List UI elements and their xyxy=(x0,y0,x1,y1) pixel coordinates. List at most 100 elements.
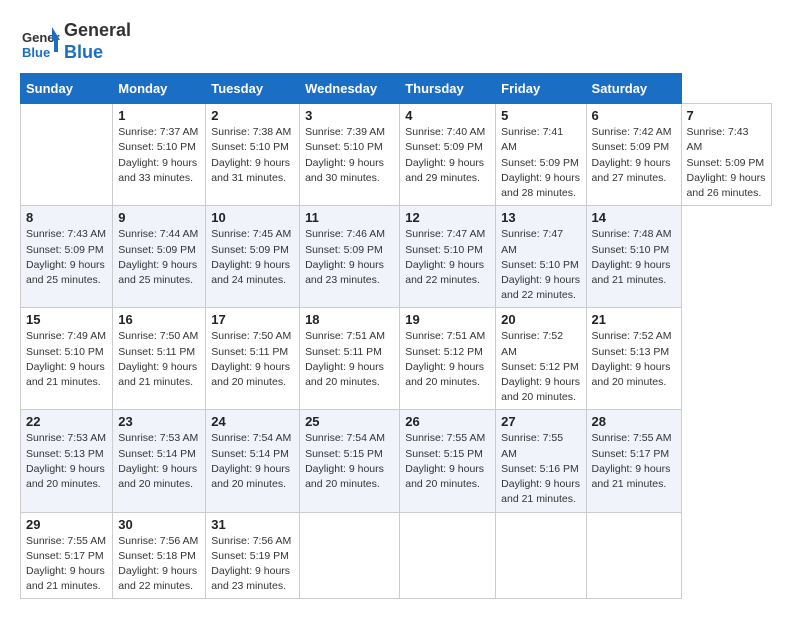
day-detail: Sunrise: 7:41 AMSunset: 5:09 PMDaylight:… xyxy=(501,125,580,201)
day-number: 17 xyxy=(211,312,294,327)
day-detail: Sunrise: 7:43 AMSunset: 5:09 PMDaylight:… xyxy=(687,125,766,201)
calendar-week-row: 8 Sunrise: 7:43 AMSunset: 5:09 PMDayligh… xyxy=(21,206,772,308)
calendar-cell: 4 Sunrise: 7:40 AMSunset: 5:09 PMDayligh… xyxy=(400,104,496,206)
day-number: 13 xyxy=(501,210,580,225)
day-detail: Sunrise: 7:53 AMSunset: 5:14 PMDaylight:… xyxy=(118,431,200,492)
calendar-cell: 18 Sunrise: 7:51 AMSunset: 5:11 PMDaylig… xyxy=(300,308,400,410)
calendar-body: 1 Sunrise: 7:37 AMSunset: 5:10 PMDayligh… xyxy=(21,104,772,599)
day-number: 15 xyxy=(26,312,107,327)
day-number: 20 xyxy=(501,312,580,327)
calendar-cell: 24 Sunrise: 7:54 AMSunset: 5:14 PMDaylig… xyxy=(206,410,300,512)
col-header-saturday: Saturday xyxy=(586,74,681,104)
day-detail: Sunrise: 7:47 AMSunset: 5:10 PMDaylight:… xyxy=(405,227,490,288)
day-detail: Sunrise: 7:44 AMSunset: 5:09 PMDaylight:… xyxy=(118,227,200,288)
calendar-cell xyxy=(21,104,113,206)
calendar-cell: 1 Sunrise: 7:37 AMSunset: 5:10 PMDayligh… xyxy=(113,104,206,206)
calendar-cell: 5 Sunrise: 7:41 AMSunset: 5:09 PMDayligh… xyxy=(496,104,586,206)
day-detail: Sunrise: 7:56 AMSunset: 5:18 PMDaylight:… xyxy=(118,534,200,595)
calendar-cell: 3 Sunrise: 7:39 AMSunset: 5:10 PMDayligh… xyxy=(300,104,400,206)
day-number: 30 xyxy=(118,517,200,532)
day-detail: Sunrise: 7:49 AMSunset: 5:10 PMDaylight:… xyxy=(26,329,107,390)
day-number: 27 xyxy=(501,414,580,429)
calendar-cell: 21 Sunrise: 7:52 AMSunset: 5:13 PMDaylig… xyxy=(586,308,681,410)
calendar-week-row: 29 Sunrise: 7:55 AMSunset: 5:17 PMDaylig… xyxy=(21,512,772,599)
calendar-cell: 12 Sunrise: 7:47 AMSunset: 5:10 PMDaylig… xyxy=(400,206,496,308)
calendar-cell: 27 Sunrise: 7:55 AMSunset: 5:16 PMDaylig… xyxy=(496,410,586,512)
col-header-friday: Friday xyxy=(496,74,586,104)
day-number: 7 xyxy=(687,108,766,123)
day-detail: Sunrise: 7:51 AMSunset: 5:11 PMDaylight:… xyxy=(305,329,394,390)
calendar-header-row: SundayMondayTuesdayWednesdayThursdayFrid… xyxy=(21,74,772,104)
day-number: 14 xyxy=(592,210,676,225)
day-detail: Sunrise: 7:46 AMSunset: 5:09 PMDaylight:… xyxy=(305,227,394,288)
day-detail: Sunrise: 7:55 AMSunset: 5:17 PMDaylight:… xyxy=(592,431,676,492)
day-number: 23 xyxy=(118,414,200,429)
logo: General Blue General Blue xyxy=(20,20,131,63)
calendar-cell xyxy=(400,512,496,599)
day-number: 31 xyxy=(211,517,294,532)
day-number: 6 xyxy=(592,108,676,123)
calendar-cell: 23 Sunrise: 7:53 AMSunset: 5:14 PMDaylig… xyxy=(113,410,206,512)
day-detail: Sunrise: 7:52 AMSunset: 5:13 PMDaylight:… xyxy=(592,329,676,390)
day-detail: Sunrise: 7:43 AMSunset: 5:09 PMDaylight:… xyxy=(26,227,107,288)
calendar-cell: 13 Sunrise: 7:47 AMSunset: 5:10 PMDaylig… xyxy=(496,206,586,308)
calendar-cell: 19 Sunrise: 7:51 AMSunset: 5:12 PMDaylig… xyxy=(400,308,496,410)
day-detail: Sunrise: 7:39 AMSunset: 5:10 PMDaylight:… xyxy=(305,125,394,186)
day-number: 28 xyxy=(592,414,676,429)
day-detail: Sunrise: 7:54 AMSunset: 5:15 PMDaylight:… xyxy=(305,431,394,492)
calendar-cell xyxy=(496,512,586,599)
calendar-cell: 22 Sunrise: 7:53 AMSunset: 5:13 PMDaylig… xyxy=(21,410,113,512)
calendar-cell: 15 Sunrise: 7:49 AMSunset: 5:10 PMDaylig… xyxy=(21,308,113,410)
calendar-cell: 20 Sunrise: 7:52 AMSunset: 5:12 PMDaylig… xyxy=(496,308,586,410)
day-detail: Sunrise: 7:45 AMSunset: 5:09 PMDaylight:… xyxy=(211,227,294,288)
day-detail: Sunrise: 7:47 AMSunset: 5:10 PMDaylight:… xyxy=(501,227,580,303)
calendar-week-row: 22 Sunrise: 7:53 AMSunset: 5:13 PMDaylig… xyxy=(21,410,772,512)
calendar-cell: 6 Sunrise: 7:42 AMSunset: 5:09 PMDayligh… xyxy=(586,104,681,206)
day-detail: Sunrise: 7:55 AMSunset: 5:16 PMDaylight:… xyxy=(501,431,580,507)
day-detail: Sunrise: 7:42 AMSunset: 5:09 PMDaylight:… xyxy=(592,125,676,186)
day-number: 9 xyxy=(118,210,200,225)
day-number: 12 xyxy=(405,210,490,225)
calendar-cell: 11 Sunrise: 7:46 AMSunset: 5:09 PMDaylig… xyxy=(300,206,400,308)
col-header-monday: Monday xyxy=(113,74,206,104)
day-number: 29 xyxy=(26,517,107,532)
col-header-sunday: Sunday xyxy=(21,74,113,104)
day-detail: Sunrise: 7:48 AMSunset: 5:10 PMDaylight:… xyxy=(592,227,676,288)
day-number: 19 xyxy=(405,312,490,327)
day-detail: Sunrise: 7:56 AMSunset: 5:19 PMDaylight:… xyxy=(211,534,294,595)
calendar-cell: 28 Sunrise: 7:55 AMSunset: 5:17 PMDaylig… xyxy=(586,410,681,512)
col-header-tuesday: Tuesday xyxy=(206,74,300,104)
day-number: 8 xyxy=(26,210,107,225)
calendar-week-row: 1 Sunrise: 7:37 AMSunset: 5:10 PMDayligh… xyxy=(21,104,772,206)
day-detail: Sunrise: 7:53 AMSunset: 5:13 PMDaylight:… xyxy=(26,431,107,492)
logo-icon: General Blue xyxy=(20,22,60,62)
day-number: 25 xyxy=(305,414,394,429)
col-header-wednesday: Wednesday xyxy=(300,74,400,104)
calendar-table: SundayMondayTuesdayWednesdayThursdayFrid… xyxy=(20,73,772,599)
calendar-cell: 26 Sunrise: 7:55 AMSunset: 5:15 PMDaylig… xyxy=(400,410,496,512)
calendar-cell: 16 Sunrise: 7:50 AMSunset: 5:11 PMDaylig… xyxy=(113,308,206,410)
day-detail: Sunrise: 7:50 AMSunset: 5:11 PMDaylight:… xyxy=(211,329,294,390)
calendar-cell: 17 Sunrise: 7:50 AMSunset: 5:11 PMDaylig… xyxy=(206,308,300,410)
day-detail: Sunrise: 7:54 AMSunset: 5:14 PMDaylight:… xyxy=(211,431,294,492)
day-number: 1 xyxy=(118,108,200,123)
day-number: 5 xyxy=(501,108,580,123)
day-number: 22 xyxy=(26,414,107,429)
calendar-cell: 14 Sunrise: 7:48 AMSunset: 5:10 PMDaylig… xyxy=(586,206,681,308)
day-number: 4 xyxy=(405,108,490,123)
calendar-cell: 25 Sunrise: 7:54 AMSunset: 5:15 PMDaylig… xyxy=(300,410,400,512)
svg-text:Blue: Blue xyxy=(22,45,50,60)
day-number: 10 xyxy=(211,210,294,225)
page-header: General Blue General Blue xyxy=(20,20,772,63)
calendar-cell: 31 Sunrise: 7:56 AMSunset: 5:19 PMDaylig… xyxy=(206,512,300,599)
day-number: 24 xyxy=(211,414,294,429)
day-number: 3 xyxy=(305,108,394,123)
day-number: 18 xyxy=(305,312,394,327)
calendar-cell: 8 Sunrise: 7:43 AMSunset: 5:09 PMDayligh… xyxy=(21,206,113,308)
calendar-cell: 10 Sunrise: 7:45 AMSunset: 5:09 PMDaylig… xyxy=(206,206,300,308)
day-detail: Sunrise: 7:40 AMSunset: 5:09 PMDaylight:… xyxy=(405,125,490,186)
calendar-cell: 30 Sunrise: 7:56 AMSunset: 5:18 PMDaylig… xyxy=(113,512,206,599)
day-number: 21 xyxy=(592,312,676,327)
day-detail: Sunrise: 7:50 AMSunset: 5:11 PMDaylight:… xyxy=(118,329,200,390)
day-detail: Sunrise: 7:55 AMSunset: 5:17 PMDaylight:… xyxy=(26,534,107,595)
